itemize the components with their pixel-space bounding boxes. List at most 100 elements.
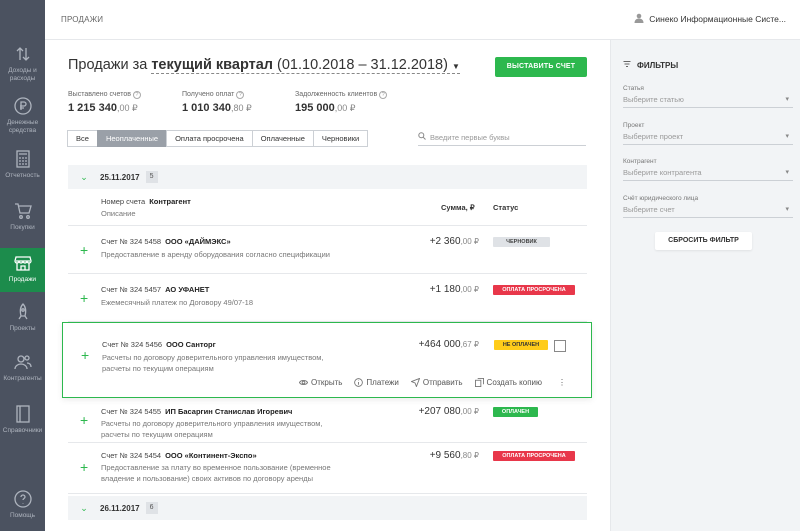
- ruble-icon: [0, 97, 45, 117]
- info-icon[interactable]: ?: [379, 91, 388, 99]
- sidebar-item-label: Доходы и расходы: [8, 67, 37, 82]
- edit-icon[interactable]: [554, 340, 566, 352]
- sidebar-item-purchases[interactable]: Покупки: [0, 202, 45, 232]
- copy-action[interactable]: Создать копию: [474, 378, 542, 387]
- tab-drafts[interactable]: Черновики: [312, 130, 369, 147]
- date-group-header[interactable]: ⌄ 26.11.2017 6: [68, 496, 587, 520]
- amount-cents: ,80 ₽: [460, 451, 479, 460]
- invoice-amount: +464 000,67 ₽: [419, 339, 479, 350]
- stat-amount: 1 010 340: [182, 102, 231, 114]
- expand-plus-icon[interactable]: +: [80, 243, 88, 257]
- invoice-row[interactable]: + Счет № 324 5454 ООО «Континент-Экспо» П…: [68, 443, 587, 494]
- more-menu-icon[interactable]: ⋮: [558, 378, 566, 387]
- invoice-row[interactable]: + Счет № 324 5455 ИП Басаргин Станислав И…: [68, 398, 587, 443]
- col-description: Описание: [101, 209, 136, 218]
- sidebar-item-sales[interactable]: Продажи: [0, 248, 45, 292]
- period-selector[interactable]: текущий квартал (01.10.2018 – 31.12.2018…: [151, 57, 460, 74]
- stat-label-text: Выставлено счетов: [68, 91, 131, 98]
- status-badge: ОПЛАТА ПРОСРОЧЕНА: [493, 285, 575, 295]
- invoice-row[interactable]: + Счет № 324 5457 АО УФАНЕТ Ежемесячный п…: [68, 274, 587, 322]
- project-select[interactable]: Выберите проект: [623, 132, 793, 145]
- invoice-row[interactable]: + Счет № 324 5458 ООО «ДАЙМЭКС» Предостав…: [68, 226, 587, 274]
- stat-issued: Выставлено счетов? 1 215 340,00 ₽: [68, 91, 141, 114]
- calculator-icon: [0, 150, 45, 170]
- sidebar-item-label: Помощь: [9, 512, 36, 519]
- amount-cents: ,00 ₽: [460, 237, 479, 246]
- issue-invoice-button[interactable]: ВЫСТАВИТЬ СЧЕТ: [495, 57, 587, 77]
- invoice-number: Счет № 324 5455 ИП Басаргин Станислав Иго…: [101, 407, 292, 416]
- send-icon: [410, 378, 420, 387]
- sidebar-item-label: Контрагенты: [3, 375, 42, 382]
- invoice-number-text: Счет № 324 5457: [101, 285, 162, 294]
- action-label: Открыть: [311, 378, 343, 387]
- sidebar-item-references[interactable]: Справочники: [0, 405, 45, 435]
- arrows-updown-icon: [0, 45, 45, 65]
- filter-label: Проект: [623, 122, 645, 129]
- sidebar-item-reports[interactable]: Отчетность: [0, 150, 45, 180]
- search-input[interactable]: Введите первые буквы: [418, 132, 586, 146]
- amount-value: +2 360: [429, 236, 461, 247]
- sidebar-item-label: Справочники: [2, 427, 43, 434]
- open-action[interactable]: Открыть: [299, 378, 342, 387]
- invoice-desc: Предоставление в аренду оборудования сог…: [101, 250, 330, 259]
- info-icon[interactable]: ?: [132, 91, 141, 99]
- invoice-number-text: Счет № 324 5455: [101, 407, 162, 416]
- col-amount: Сумма, ₽: [441, 203, 475, 212]
- sidebar-item-money[interactable]: Денежные средства: [0, 97, 45, 134]
- invoice-row-selected[interactable]: + Счет № 324 5456 ООО Санторг Расчеты по …: [62, 322, 592, 398]
- sidebar-item-income-expenses[interactable]: Доходы и расходы: [0, 45, 45, 82]
- group-date: 25.11.2017: [100, 172, 140, 182]
- amount-value: +207 080: [418, 406, 461, 417]
- filter-label: Статья: [623, 85, 644, 92]
- account-select[interactable]: Выберите счет: [623, 205, 793, 218]
- invoice-amount: +1 180,00 ₽: [430, 284, 479, 295]
- reset-filter-button[interactable]: СБРОСИТЬ ФИЛЬТР: [655, 232, 752, 250]
- sidebar-item-help[interactable]: Помощь: [0, 490, 45, 520]
- sidebar: Доходы и расходы Денежные средства Отчет…: [0, 0, 45, 531]
- period-label: текущий квартал: [151, 57, 273, 73]
- expand-plus-icon[interactable]: +: [81, 348, 89, 362]
- column-header-row: Номер счета Контрагент: [101, 197, 191, 206]
- status-badge: ЧЕРНОВИК: [493, 237, 550, 247]
- date-group-header[interactable]: ⌄ 25.11.2017 5: [68, 165, 587, 189]
- help-icon: [0, 490, 45, 510]
- filter-legal-account: Счёт юридического лица Выберите счет: [623, 195, 793, 218]
- expand-plus-icon[interactable]: +: [80, 460, 88, 474]
- stat-amount: 1 215 340: [68, 102, 117, 114]
- sidebar-item-contractors[interactable]: Контрагенты: [0, 353, 45, 383]
- user-menu[interactable]: Синеко Информационные Систе...: [634, 13, 786, 25]
- tab-all[interactable]: Все: [67, 130, 98, 147]
- filter-project: Проект Выберите проект: [623, 122, 793, 145]
- copy-icon: [474, 378, 484, 387]
- search-icon: [418, 132, 426, 142]
- payments-action[interactable]: Платежи: [354, 378, 399, 387]
- invoice-company: ООО Санторг: [166, 340, 216, 349]
- invoice-list: ⌄ 25.11.2017 5 Номер счета Контрагент Опи…: [62, 165, 592, 520]
- invoice-desc: Расчеты по договору доверительного управ…: [101, 419, 323, 439]
- stat-label-text: Задолженность клиентов: [295, 91, 378, 98]
- stat-received: Получено оплат? 1 010 340,80 ₽: [182, 91, 252, 114]
- send-action[interactable]: Отправить: [410, 378, 463, 387]
- stat-amount: 195 000: [295, 102, 335, 114]
- info-icon[interactable]: ?: [236, 91, 245, 99]
- stat-debt: Задолженность клиентов? 195 000,00 ₽: [295, 91, 388, 114]
- expand-plus-icon[interactable]: +: [80, 291, 88, 305]
- invoice-number: Счет № 324 5457 АО УФАНЕТ: [101, 285, 209, 294]
- tab-paid[interactable]: Оплаченные: [251, 130, 314, 147]
- caret-down-icon: ▼: [451, 62, 460, 71]
- action-label: Отправить: [422, 378, 463, 387]
- status-tabs: Все Неоплаченные Оплата просрочена Оплач…: [67, 130, 369, 147]
- tab-unpaid[interactable]: Неоплаченные: [96, 130, 168, 147]
- invoice-number: Счет № 324 5456 ООО Санторг: [102, 340, 216, 349]
- stat-value: 1 010 340,80 ₽: [182, 102, 252, 114]
- expand-plus-icon[interactable]: +: [80, 413, 88, 427]
- invoice-company: ИП Басаргин Станислав Игоревич: [165, 407, 293, 416]
- sidebar-item-projects[interactable]: Проекты: [0, 303, 45, 333]
- filter-contractor: Контрагент Выберите контрагента: [623, 158, 793, 181]
- contractor-select[interactable]: Выберите контрагента: [623, 168, 793, 181]
- stat-cents: ,00 ₽: [334, 103, 356, 113]
- stat-label: Задолженность клиентов?: [295, 91, 388, 99]
- tab-overdue[interactable]: Оплата просрочена: [166, 130, 253, 147]
- article-select[interactable]: Выберите статью: [623, 95, 793, 108]
- stat-value: 195 000,00 ₽: [295, 102, 387, 114]
